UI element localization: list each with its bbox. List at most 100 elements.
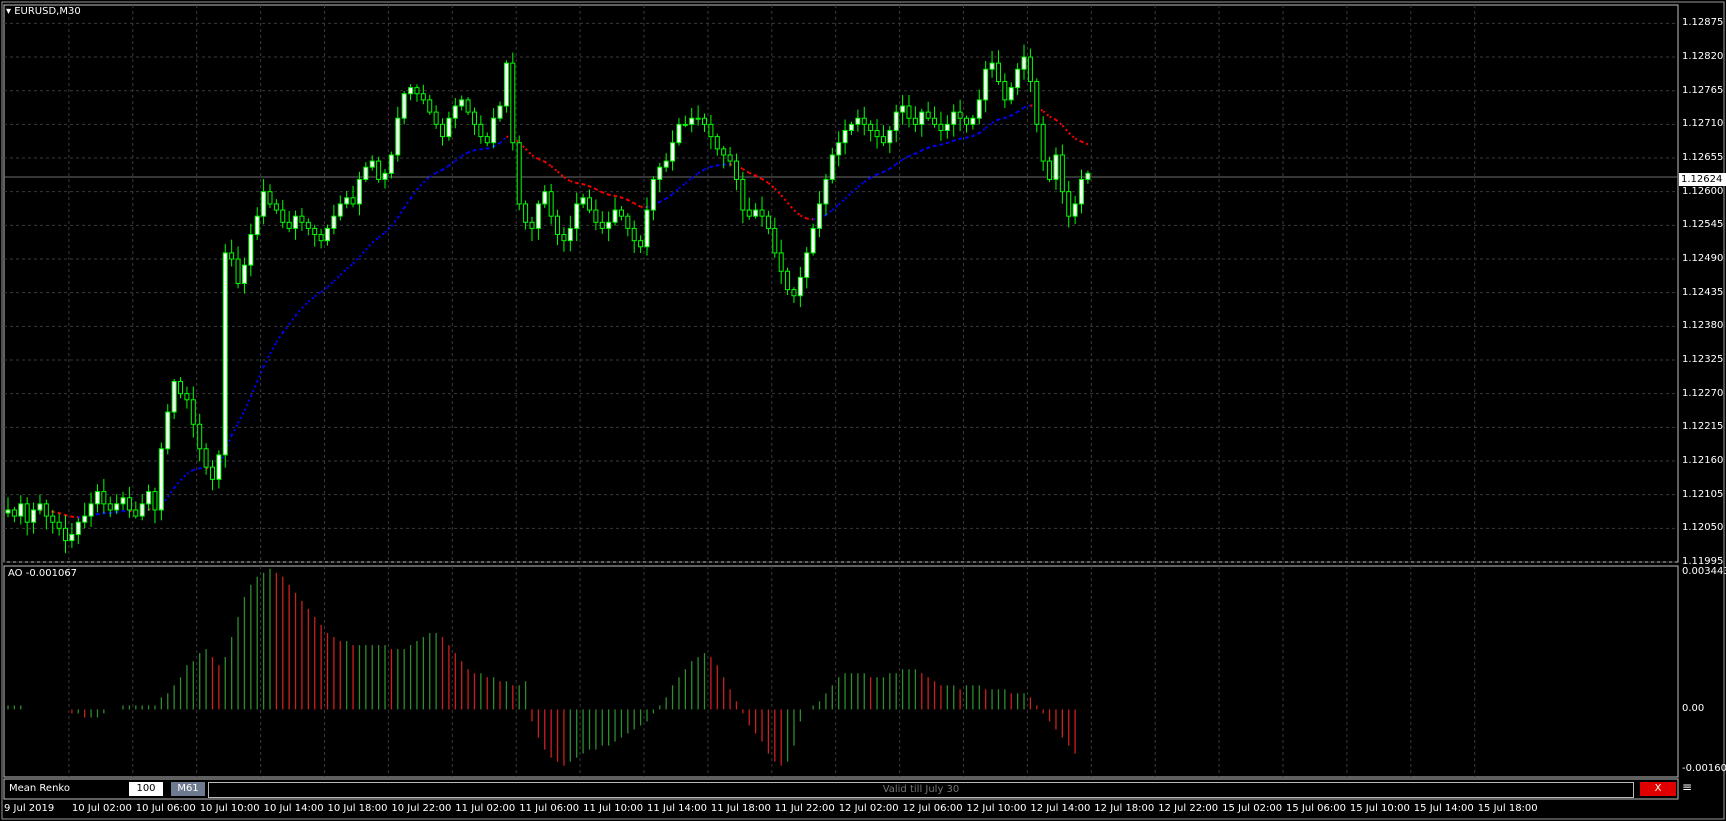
renko-segment (940, 142, 948, 146)
ao-tick-label: 0.003443 (1682, 566, 1726, 577)
chart-canvas[interactable] (0, 0, 1726, 821)
candle-body (305, 221, 311, 229)
renko-segment (441, 164, 450, 171)
time-tick-label: 11 Jul 22:00 (774, 803, 835, 814)
candle-body (714, 136, 720, 150)
candle-body (1066, 191, 1072, 217)
candle-body (158, 448, 164, 511)
renko-segment (358, 249, 367, 258)
ao-tick-label: 0.00 (1682, 703, 1705, 715)
candle-body (542, 191, 548, 205)
time-tick-label: 15 Jul 10:00 (1349, 803, 1410, 814)
candle-body (625, 215, 631, 229)
candle-body (612, 209, 618, 223)
renko-segment (761, 178, 769, 184)
candle-body (1034, 81, 1040, 125)
candle-body (682, 123, 688, 126)
candle-body (983, 68, 989, 101)
price-tick-label: 1.12490 (1682, 253, 1724, 265)
candle-body (88, 503, 94, 517)
candle-body (1021, 56, 1027, 70)
candle-body (446, 117, 452, 138)
renko-segment (844, 192, 853, 200)
candle-body (146, 491, 152, 505)
candle-body (772, 227, 778, 254)
chevron-down-icon[interactable]: ▾ (6, 6, 11, 17)
candle-body (708, 123, 714, 138)
notice-bar: Valid till July 30 (208, 782, 1634, 798)
candle-body (753, 209, 759, 217)
renko-segment (633, 202, 642, 208)
candle-body (280, 209, 286, 223)
time-tick-label: 12 Jul 02:00 (838, 803, 899, 814)
candle-body (241, 264, 247, 284)
candle-body (56, 521, 62, 529)
candle-body (919, 111, 925, 125)
renko-segment (422, 176, 431, 184)
box-size-input[interactable]: 100 (129, 782, 163, 796)
renko-segment (429, 171, 437, 178)
renko-segment (806, 217, 814, 221)
candle-body (190, 399, 196, 425)
candle-body (388, 154, 394, 174)
renko-segment (550, 165, 559, 173)
candle-body (529, 221, 535, 229)
chart-window[interactable]: ▾ EURUSD,M30 1.12875 1.12820 1.12765 1.1271… (0, 0, 1726, 821)
close-button[interactable]: X (1640, 782, 1676, 796)
price-tick-label: 1.12270 (1682, 387, 1724, 399)
time-tick-label: 11 Jul 14:00 (647, 803, 707, 814)
timeframe-button[interactable]: M61 (171, 782, 205, 796)
candle-body (580, 197, 586, 205)
renko-segment (333, 274, 341, 282)
candle-body (395, 117, 401, 156)
renko-segment (1081, 140, 1089, 146)
candle-body (970, 117, 976, 125)
candle-body (427, 99, 433, 113)
candle-body (817, 203, 823, 229)
renko-segment (697, 168, 706, 175)
renko-segment (537, 158, 546, 163)
candle-body (248, 234, 254, 266)
candle-body (548, 191, 554, 217)
candle-body (848, 123, 854, 131)
candle-body (964, 117, 969, 125)
candle-body (114, 503, 120, 511)
candle-body (510, 62, 516, 144)
candle-body (337, 203, 343, 217)
renko-segment (614, 194, 622, 199)
renko-segment (179, 473, 188, 482)
candle-body (1085, 172, 1091, 180)
time-tick-label: 10 Jul 10:00 (199, 803, 260, 814)
renko-segment (742, 168, 750, 174)
symbol-title[interactable]: ▾ EURUSD,M30 (6, 6, 81, 17)
renko-segment (914, 149, 923, 155)
candle-body (126, 497, 132, 511)
price-tick-label: 1.12710 (1682, 118, 1724, 130)
renko-segment (230, 422, 239, 436)
renko-segment (544, 160, 552, 167)
candle-body (369, 160, 375, 168)
candle-body (868, 123, 874, 131)
candle-body (293, 215, 299, 229)
renko-segment (748, 171, 757, 177)
grid-lines (4, 5, 1678, 777)
candle-body (555, 215, 561, 236)
candle-body (791, 289, 797, 297)
renko-segment (377, 231, 386, 239)
candle-body (810, 227, 816, 254)
candle-body (503, 62, 509, 107)
candle-body (976, 99, 982, 119)
time-tick-label: 11 Jul 02:00 (455, 803, 516, 814)
candle-body (235, 258, 241, 284)
renko-segment (799, 214, 808, 220)
renko-segment (307, 295, 316, 303)
candle-body (420, 93, 426, 101)
resize-handle-icon[interactable]: ≡ (1682, 780, 1692, 794)
candle-body (471, 111, 477, 125)
renko-segment (403, 197, 412, 209)
candle-body (273, 203, 279, 211)
renko-segment (582, 183, 590, 188)
candle-body (702, 117, 708, 125)
candle-body (932, 117, 938, 125)
candle-body (535, 203, 541, 229)
